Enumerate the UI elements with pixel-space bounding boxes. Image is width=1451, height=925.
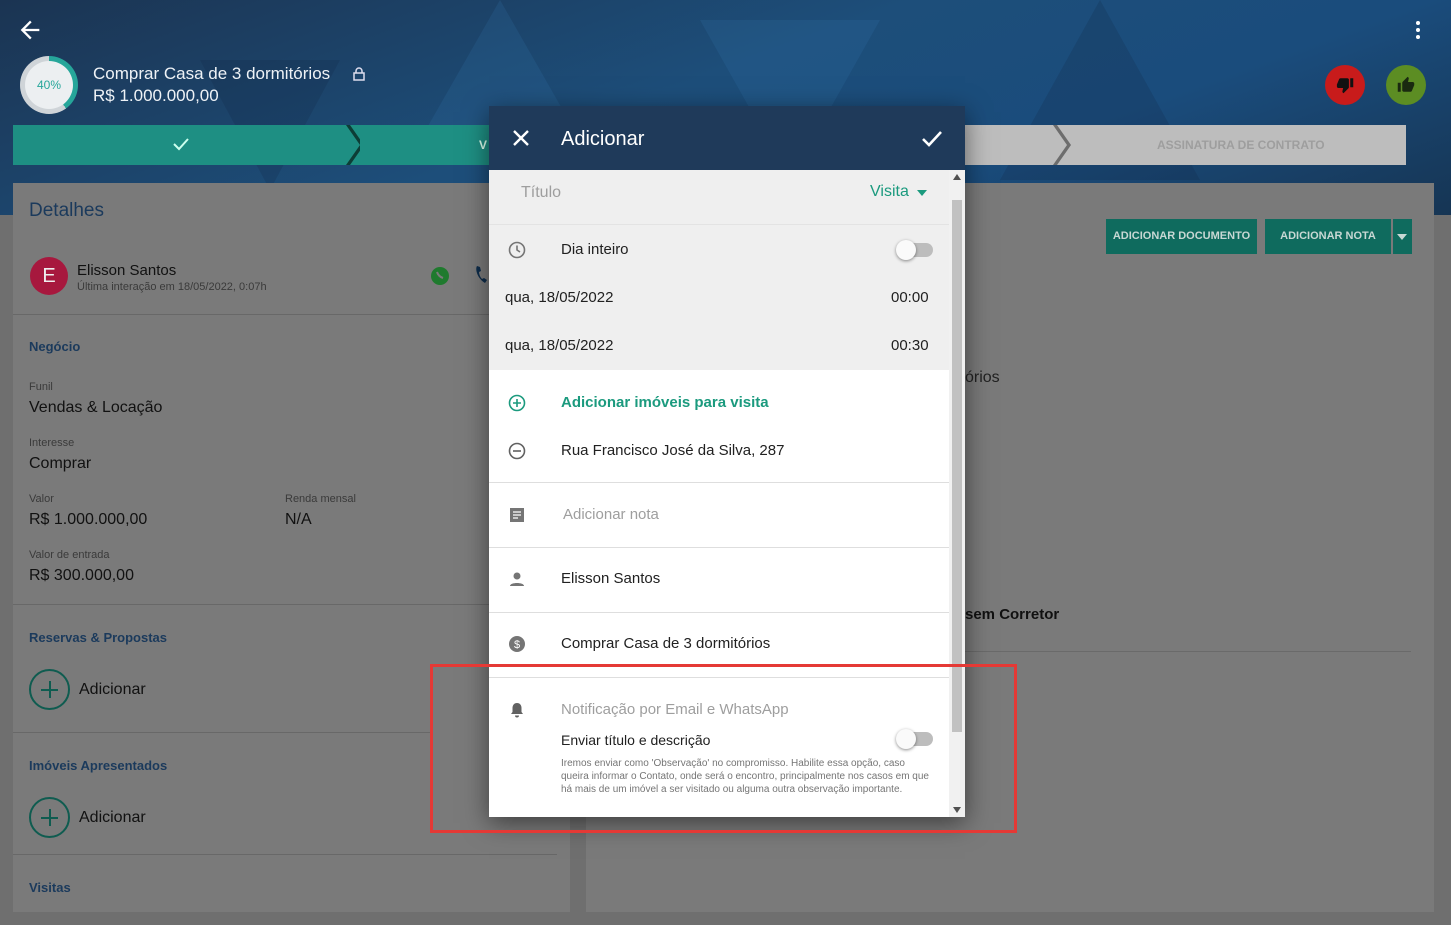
caret-down-icon (1397, 234, 1407, 240)
phone-icon[interactable] (474, 265, 490, 285)
thumbs-up-icon (1397, 76, 1415, 92)
caret-down-icon[interactable] (917, 190, 927, 196)
add-reserva-label[interactable]: Adicionar (79, 681, 146, 699)
start-time[interactable]: 00:00 (891, 289, 929, 306)
pipeline-stage-label: V (479, 138, 488, 152)
add-menu-dropdown[interactable] (1393, 219, 1412, 254)
details-title: Detalhes (29, 200, 104, 221)
dialog-header: Adicionar (489, 106, 965, 170)
note-icon (510, 508, 524, 522)
add-imovel-button[interactable] (29, 797, 70, 838)
more-vert-icon[interactable] (1410, 18, 1426, 42)
divider (489, 547, 949, 548)
valor-label: Valor (29, 493, 54, 505)
svg-text:$: $ (514, 639, 520, 651)
close-icon[interactable] (511, 128, 531, 148)
interesse-label: Interesse (29, 437, 75, 449)
divider (13, 604, 489, 605)
entrada-value: R$ 300.000,00 (29, 567, 134, 584)
deal-title: Comprar Casa de 3 dormitórios (93, 64, 331, 83)
divider (13, 732, 430, 733)
check-icon (173, 138, 189, 151)
dollar-icon: $ (509, 636, 525, 652)
renda-label: Renda mensal (285, 493, 356, 505)
lock-icon (353, 67, 365, 81)
divider (13, 854, 557, 855)
highlight-box (430, 664, 1017, 833)
whatsapp-icon[interactable] (430, 266, 450, 286)
add-properties-link[interactable]: Adicionar imóveis para visita (561, 394, 769, 411)
remove-circle-icon[interactable] (507, 441, 527, 461)
add-document-button[interactable]: ADICIONAR DOCUMENTO (1106, 219, 1257, 254)
divider (489, 612, 949, 613)
renda-value: N/A (285, 511, 312, 528)
title-input[interactable]: Título (521, 184, 561, 202)
pipeline-stage-contract-label: ASSINATURA DE CONTRATO (1157, 138, 1325, 152)
scroll-up-icon[interactable] (953, 174, 961, 180)
imoveis-header: Imóveis Apresentados (29, 758, 168, 773)
divider (489, 482, 949, 483)
entrada-label: Valor de entrada (29, 549, 110, 561)
progress-percent: 40% (25, 61, 73, 109)
partial-bold-text: sem Corretor (965, 606, 1060, 623)
property-address: Rua Francisco José da Silva, 287 (561, 442, 785, 459)
stage-chevron (1053, 125, 1071, 165)
valor-value: R$ 1.000.000,00 (29, 511, 148, 528)
confirm-check-icon[interactable] (921, 130, 943, 148)
clock-icon (508, 241, 526, 259)
progress-ring: 40% (20, 56, 78, 114)
reservas-header: Reservas & Propostas (29, 630, 168, 645)
avatar: E (30, 257, 68, 295)
back-arrow-icon[interactable] (16, 16, 44, 44)
add-imovel-label[interactable]: Adicionar (79, 809, 146, 827)
dialog-title: Adicionar (561, 128, 645, 150)
type-select[interactable]: Visita (870, 183, 909, 201)
scrollbar-thumb[interactable] (952, 200, 962, 732)
business-header: Negócio (29, 339, 81, 354)
deal-field[interactable]: Comprar Casa de 3 dormitórios (561, 635, 770, 652)
end-time[interactable]: 00:30 (891, 337, 929, 354)
last-interaction: Última interação em 18/05/2022, 0:07h (77, 281, 267, 293)
start-date[interactable]: qua, 18/05/2022 (505, 289, 613, 306)
visitas-header: Visitas (29, 880, 71, 895)
end-date[interactable]: qua, 18/05/2022 (505, 337, 613, 354)
thumbs-down-icon (1336, 78, 1354, 94)
divider (13, 314, 489, 315)
partial-text: órios (965, 369, 1000, 386)
person-icon (510, 572, 524, 586)
add-circle-icon[interactable] (507, 393, 527, 413)
contact-name[interactable]: Elisson Santos (77, 262, 176, 279)
contact-field[interactable]: Elisson Santos (561, 570, 660, 587)
add-note-button[interactable]: ADICIONAR NOTA (1265, 219, 1391, 254)
all-day-toggle[interactable] (896, 240, 933, 260)
funil-value: Vendas & Locação (29, 399, 163, 416)
deal-value: R$ 1.000.000,00 (93, 86, 219, 105)
divider (965, 651, 1411, 652)
interesse-value: Comprar (29, 455, 92, 472)
thumbs-up-button[interactable] (1386, 65, 1426, 105)
add-reserva-button[interactable] (29, 669, 70, 710)
funil-label: Funil (29, 381, 53, 393)
all-day-label: Dia inteiro (561, 241, 629, 258)
note-input[interactable]: Adicionar nota (563, 506, 659, 523)
thumbs-down-button[interactable] (1325, 65, 1365, 105)
